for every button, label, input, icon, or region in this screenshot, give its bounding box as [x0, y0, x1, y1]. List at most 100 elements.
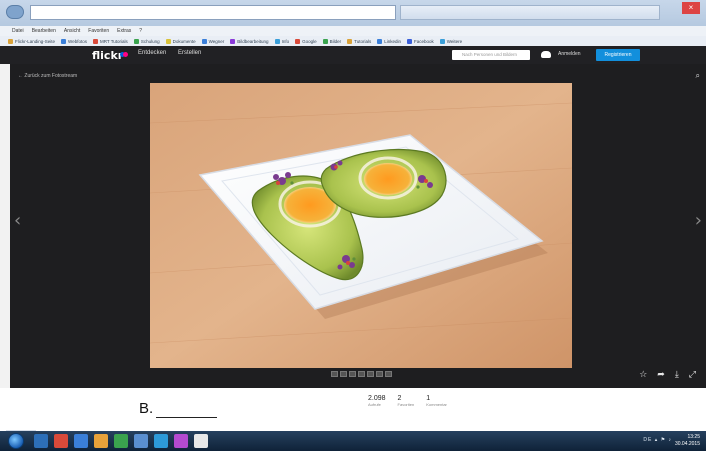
favorite-label: MRT Tutorials: [99, 38, 128, 44]
browser-menubar: Datei Bearbeiten Ansicht Favoriten Extra…: [0, 26, 706, 36]
favorite-label: Webfotos: [68, 38, 87, 44]
photo-meta-area: B. 2.098 Aufrufe 2 Favoriten 1 Kommentar: [0, 388, 706, 435]
favorite-label: Bilder: [329, 38, 342, 44]
favorites-bar: Flickr-Landing-Seite Webfotos MRT Tutorial…: [0, 36, 706, 46]
menu-extras[interactable]: Extras: [117, 28, 131, 34]
favorite-link[interactable]: Wegner: [201, 38, 224, 44]
back-link-label: Zurück zum Fotostream: [24, 73, 78, 79]
favorite-link[interactable]: Webfotos: [61, 38, 87, 44]
upload-cloud-icon[interactable]: [541, 51, 551, 58]
thumbnail[interactable]: [340, 371, 347, 377]
favorite-label: Dokumente: [172, 38, 196, 44]
taskbar-app-icon[interactable]: [54, 434, 68, 448]
clock-time: 13:25: [687, 434, 700, 440]
photo-action-icons: ☆ ➦ ⤓ ⤢: [639, 370, 696, 380]
favorite-label: Flickr-Landing-Seite: [15, 38, 56, 44]
favorite-link[interactable]: Flickr-Landing-Seite: [8, 38, 56, 44]
thumbnail[interactable]: [376, 371, 383, 377]
clock[interactable]: 13:25 30.04.2015: [675, 434, 700, 448]
share-icon[interactable]: ➦: [657, 370, 665, 380]
taskbar-apps: [34, 434, 208, 448]
download-icon[interactable]: ⤓: [675, 370, 679, 380]
favorite-label: Google: [302, 38, 317, 44]
nav-erstellen[interactable]: Erstellen: [178, 50, 201, 56]
taskbar-app-icon[interactable]: [194, 434, 208, 448]
thumbnail[interactable]: [349, 371, 356, 377]
favorite-link[interactable]: Tutorials: [347, 38, 372, 44]
favorite-icon: [8, 38, 13, 44]
taskbar-app-icon[interactable]: [114, 434, 128, 448]
favorite-link[interactable]: Google: [295, 38, 317, 44]
start-button[interactable]: [8, 433, 24, 449]
star-icon[interactable]: ☆: [639, 370, 647, 380]
favorite-link[interactable]: MRT Tutorials: [92, 38, 128, 44]
stat-favorites-label: Favoriten: [397, 402, 415, 407]
back-button[interactable]: [6, 5, 24, 19]
browser-tab-strip[interactable]: [400, 5, 660, 20]
stat-favorites-value: 2: [397, 395, 402, 402]
thumbnail[interactable]: [331, 371, 338, 377]
thumbnail[interactable]: [367, 371, 374, 377]
stat-comments-value: 1: [426, 395, 431, 402]
favorite-label: Weitere: [446, 38, 463, 44]
magnifier-icon[interactable]: ⌕: [696, 71, 700, 81]
browser-titlebar: ×: [0, 0, 706, 26]
taskbar-app-icon[interactable]: [174, 434, 188, 448]
search-input[interactable]: Nach Personen und Bildern: [452, 50, 530, 60]
taskbar-app-icon[interactable]: [154, 434, 168, 448]
favorite-icon: [347, 38, 353, 44]
favorite-label: Linkedin: [384, 38, 401, 44]
address-bar[interactable]: [30, 5, 396, 20]
taskbar-app-icon[interactable]: [94, 434, 108, 448]
back-to-photostream-link[interactable]: ← Zurück zum Fotostream: [18, 73, 77, 79]
menu-favoriten[interactable]: Favoriten: [88, 28, 109, 34]
close-icon[interactable]: ×: [682, 2, 700, 14]
taskbar-app-icon[interactable]: [74, 434, 88, 448]
favorite-icon: [377, 38, 383, 44]
favorite-icon: [165, 38, 171, 44]
favorite-link[interactable]: Dokumente: [165, 38, 196, 44]
favorite-label: Facebook: [413, 38, 434, 44]
favorite-label: Tutorials: [354, 38, 372, 44]
favorite-icon: [230, 38, 236, 44]
favorite-icon: [274, 38, 280, 44]
stat-favorites: 2 Favoriten: [398, 395, 415, 407]
login-link[interactable]: Anmelden: [558, 51, 581, 57]
chevron-left-icon[interactable]: ‹: [14, 210, 21, 231]
fullscreen-icon[interactable]: ⤢: [689, 370, 696, 380]
favorite-icon: [61, 38, 67, 44]
menu-bearbeiten[interactable]: Bearbeiten: [32, 28, 56, 34]
favorite-icon: [133, 38, 139, 44]
favorite-link[interactable]: Schulung: [133, 38, 160, 44]
favorite-link[interactable]: Weitere: [439, 38, 463, 44]
favorite-link[interactable]: Bilder: [322, 38, 342, 44]
favorite-icon: [201, 38, 207, 44]
favorite-icon: [439, 38, 445, 44]
nav-entdecken[interactable]: Entdecken: [138, 50, 166, 56]
stat-views-label: Aufrufe: [368, 402, 381, 407]
menu-help[interactable]: ?: [139, 28, 142, 34]
menu-datei[interactable]: Datei: [12, 28, 24, 34]
stat-views-value: 2.098: [368, 395, 386, 402]
favorite-link[interactable]: Facebook: [406, 38, 434, 44]
system-tray[interactable]: DE ▴ ⚑ ♪: [643, 437, 672, 443]
main-photo[interactable]: [150, 83, 572, 368]
chevron-right-icon[interactable]: ›: [695, 210, 702, 231]
favorite-link[interactable]: Bildbearbeitung: [230, 38, 269, 44]
favorite-link[interactable]: Linkedin: [377, 38, 401, 44]
thumbnail[interactable]: [385, 371, 392, 377]
taskbar-app-icon[interactable]: [134, 434, 148, 448]
register-button[interactable]: Registrieren: [596, 49, 640, 61]
flickr-logo[interactable]: flickr: [92, 49, 123, 62]
clock-date: 30.04.2015: [674, 441, 700, 447]
photo-thumbnail-strip: [331, 371, 392, 377]
favorite-link[interactable]: Info: [274, 38, 289, 44]
stat-comments-label: Kommentar: [426, 402, 447, 407]
menu-ansicht[interactable]: Ansicht: [64, 28, 80, 34]
favorite-icon: [322, 38, 328, 44]
photo-stats: 2.098 Aufrufe 2 Favoriten 1 Kommentar: [368, 395, 447, 407]
windows-taskbar: DE ▴ ⚑ ♪ 13:25 30.04.2015: [0, 431, 706, 451]
thumbnail[interactable]: [358, 371, 365, 377]
taskbar-app-icon[interactable]: [34, 434, 48, 448]
answer-blank-line: [156, 417, 217, 418]
